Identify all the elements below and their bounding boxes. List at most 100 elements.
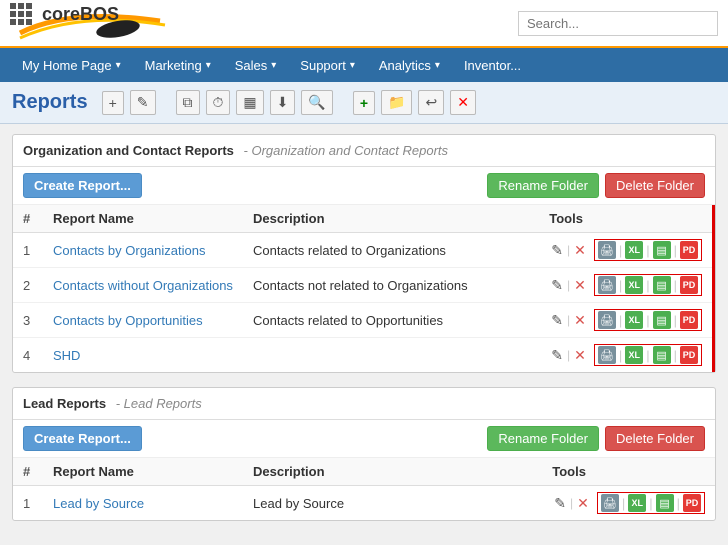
- edit-icon[interactable]: ✎: [549, 276, 565, 295]
- nav-home-arrow: ▾: [116, 60, 121, 71]
- xls-icon[interactable]: XL: [625, 241, 643, 259]
- toolbar-add-btn[interactable]: +: [102, 91, 124, 115]
- nav-analytics-arrow: ▾: [435, 60, 440, 71]
- edit-icon[interactable]: ✎: [549, 346, 565, 365]
- row-num: 2: [13, 268, 43, 303]
- org-contact-table: # Report Name Description Tools 1 Contac…: [13, 205, 715, 372]
- pdf-icon[interactable]: PD: [683, 494, 701, 512]
- nav-home[interactable]: My Home Page ▾: [10, 50, 133, 81]
- xls-icon[interactable]: XL: [625, 276, 643, 294]
- report-link[interactable]: Lead by Source: [53, 496, 144, 511]
- search-box[interactable]: [518, 11, 718, 36]
- pdf-icon[interactable]: PD: [680, 276, 698, 294]
- create-report-btn-2[interactable]: Create Report...: [23, 426, 142, 451]
- delete-folder-btn-2[interactable]: Delete Folder: [605, 426, 705, 451]
- delete-icon[interactable]: ✕: [572, 346, 588, 365]
- lead-col-header-num: #: [13, 458, 43, 486]
- green-icon[interactable]: ▤: [656, 494, 674, 512]
- print-icon[interactable]: 🖨: [598, 241, 616, 259]
- nav-inventory-label: Inventor...: [464, 58, 521, 73]
- row-num: 1: [13, 486, 43, 521]
- toolbar-undo-btn[interactable]: ↩: [418, 90, 444, 115]
- pipe-sep2: |: [649, 496, 652, 511]
- folder-lead-actions: Create Report... Rename Folder Delete Fo…: [13, 420, 715, 458]
- page-header: Reports + ✎ ⧉ ⏱ ▦ ⬇ 🔍 + 📁 ↩ ✕: [0, 82, 728, 124]
- pipe-sep3: |: [674, 348, 677, 363]
- nav-bar: My Home Page ▾ Marketing ▾ Sales ▾ Suppo…: [0, 48, 728, 82]
- delete-icon[interactable]: ✕: [572, 311, 588, 330]
- delete-icon[interactable]: ✕: [572, 241, 588, 260]
- pdf-icon[interactable]: PD: [680, 346, 698, 364]
- lead-col-header-desc: Description: [243, 458, 542, 486]
- report-link[interactable]: Contacts by Organizations: [53, 243, 205, 258]
- edit-icon[interactable]: ✎: [549, 311, 565, 330]
- print-icon[interactable]: 🖨: [598, 276, 616, 294]
- green-icon[interactable]: ▤: [653, 241, 671, 259]
- tools-cell: ✎ | ✕ 🖨 | XL | ▤ | PD: [549, 344, 702, 366]
- nav-support-label: Support: [300, 58, 346, 73]
- lead-col-header-tools: Tools: [542, 458, 715, 486]
- create-report-btn-1[interactable]: Create Report...: [23, 173, 142, 198]
- edit-icon[interactable]: ✎: [552, 494, 568, 513]
- pipe-sep: |: [619, 348, 622, 363]
- rename-folder-btn-2[interactable]: Rename Folder: [487, 426, 599, 451]
- table-row: 1 Contacts by Organizations Contacts rel…: [13, 233, 714, 268]
- toolbar-delete-btn[interactable]: ✕: [450, 90, 476, 115]
- pdf-icon[interactable]: PD: [680, 311, 698, 329]
- xls-icon[interactable]: XL: [625, 346, 643, 364]
- print-icon[interactable]: 🖨: [598, 311, 616, 329]
- nav-support[interactable]: Support ▾: [288, 50, 367, 81]
- toolbar-greenplus-btn[interactable]: +: [353, 91, 375, 115]
- nav-sales[interactable]: Sales ▾: [223, 50, 289, 81]
- rename-folder-btn-1[interactable]: Rename Folder: [487, 173, 599, 198]
- export-tools-group: 🖨 | XL | ▤ | PD: [594, 309, 702, 331]
- nav-sales-arrow: ▾: [271, 60, 276, 71]
- export-tools-group: 🖨 | XL | ▤ | PD: [594, 344, 702, 366]
- pipe-sep: |: [619, 278, 622, 293]
- print-icon[interactable]: 🖨: [601, 494, 619, 512]
- toolbar-search-btn[interactable]: 🔍: [301, 90, 332, 115]
- search-input[interactable]: [518, 11, 718, 36]
- folder-org-contact-subtitle: - Organization and Contact Reports: [244, 143, 449, 158]
- col-header-desc: Description: [243, 205, 539, 233]
- toolbar-copy-btn[interactable]: ⧉: [176, 90, 200, 115]
- export-tools-group: 🖨 | XL | ▤ | PD: [594, 239, 702, 261]
- row-num: 4: [13, 338, 43, 373]
- pipe-sep3: |: [677, 496, 680, 511]
- xls-icon[interactable]: XL: [628, 494, 646, 512]
- report-link[interactable]: Contacts without Organizations: [53, 278, 233, 293]
- table-header-row: # Report Name Description Tools: [13, 205, 714, 233]
- grid-icon: [10, 3, 32, 25]
- nav-marketing-arrow: ▾: [206, 60, 211, 71]
- toolbar-clock-btn[interactable]: ⏱: [206, 90, 231, 115]
- green-icon[interactable]: ▤: [653, 346, 671, 364]
- toolbar-download-btn[interactable]: ⬇: [270, 90, 296, 115]
- row-desc: Lead by Source: [243, 486, 542, 521]
- delete-icon[interactable]: ✕: [572, 276, 588, 295]
- lead-table: # Report Name Description Tools 1 Lead b…: [13, 458, 715, 520]
- delete-folder-btn-1[interactable]: Delete Folder: [605, 173, 705, 198]
- delete-icon[interactable]: ✕: [575, 494, 591, 513]
- pdf-icon[interactable]: PD: [680, 241, 698, 259]
- nav-analytics[interactable]: Analytics ▾: [367, 50, 452, 81]
- pipe-sep: |: [619, 243, 622, 258]
- green-icon[interactable]: ▤: [653, 276, 671, 294]
- report-link[interactable]: SHD: [53, 348, 80, 363]
- report-link[interactable]: Contacts by Opportunities: [53, 313, 203, 328]
- edit-icon[interactable]: ✎: [549, 241, 565, 260]
- xls-icon[interactable]: XL: [625, 311, 643, 329]
- nav-inventory[interactable]: Inventor...: [452, 50, 533, 81]
- toolbar-folder-btn[interactable]: 📁: [381, 90, 412, 115]
- pipe-sep2: |: [646, 348, 649, 363]
- green-icon[interactable]: ▤: [653, 311, 671, 329]
- page-title: Reports: [12, 91, 88, 114]
- toolbar-table-btn[interactable]: ▦: [236, 90, 263, 115]
- nav-marketing[interactable]: Marketing ▾: [133, 50, 223, 81]
- row-name: Lead by Source: [43, 486, 243, 521]
- print-icon[interactable]: 🖨: [598, 346, 616, 364]
- toolbar-edit-btn[interactable]: ✎: [130, 90, 156, 115]
- row-name: Contacts by Organizations: [43, 233, 243, 268]
- nav-home-label: My Home Page: [22, 58, 112, 73]
- row-name: SHD: [43, 338, 243, 373]
- export-tools-group: 🖨 | XL | ▤ | PD: [594, 274, 702, 296]
